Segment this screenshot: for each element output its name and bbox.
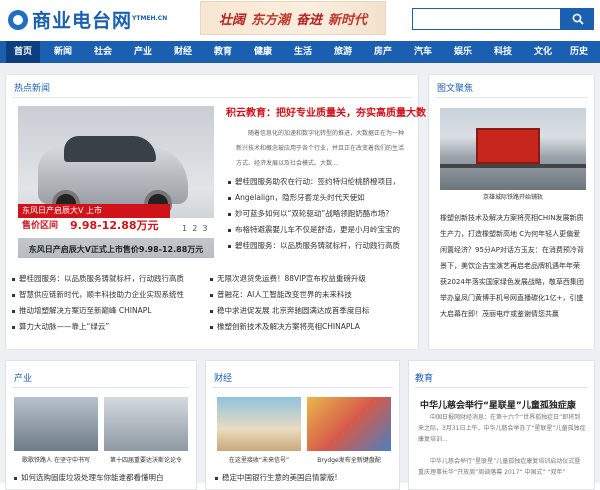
- nav-finance[interactable]: 财经: [166, 41, 200, 63]
- logo-subtitle: YTMEH.CN: [132, 15, 168, 22]
- nav-education[interactable]: 教育: [206, 41, 240, 63]
- list-item[interactable]: Angelalign，隐形牙套龙头时代天使如: [228, 190, 408, 206]
- image-pager: 1 2 3: [182, 224, 207, 233]
- list-item[interactable]: 智慧供应链新时代，顺丰科技助力企业实现系统性: [12, 287, 208, 303]
- gallery-title: 图文聚焦: [437, 84, 474, 94]
- header-banner[interactable]: 壮阔 东方潮 奋进 新时代: [200, 1, 386, 35]
- list-item[interactable]: 算力大动脉——靠上“绿云”: [12, 319, 208, 335]
- pager-1[interactable]: 1: [182, 224, 187, 233]
- image-tag: 东风日产启辰大V 上市: [18, 204, 170, 218]
- industry-caption-2[interactable]: 第十四届重要达沃斯论论令: [104, 455, 188, 464]
- nav-health[interactable]: 健康: [246, 41, 280, 63]
- hot-side-list: 碧桂园服务助农在行动：签约特归伦桃脐橙项目， Angelalign，隐形牙套龙头…: [228, 174, 408, 254]
- finance-photo-1[interactable]: [217, 397, 301, 451]
- list-item[interactable]: 橡塑创新技术及解决方案将亮相CHINAPLA: [210, 319, 410, 335]
- hot-summary: 随着信息化的加速和数字化转型的推进，大数据正在为一种新兴技术和概念被应用于各个行…: [236, 130, 405, 167]
- gallery-divider: [435, 97, 588, 98]
- hot-news-title: 热点新闻: [14, 84, 51, 94]
- finance-caption-1[interactable]: 在这里接收“未来信号”: [217, 455, 301, 464]
- education-title: 教育: [415, 374, 434, 384]
- finance-title: 财经: [214, 374, 233, 384]
- hot-news-image[interactable]: 东风日产启辰大V 上市 售价区间 9.98-12.88万元: [18, 106, 214, 258]
- banner-word-2: 东方潮: [250, 12, 290, 28]
- nav-society[interactable]: 社会: [86, 41, 120, 63]
- finance-caption-2[interactable]: Brydge发布全新键盘配: [307, 455, 391, 464]
- nav-life[interactable]: 生活: [286, 41, 320, 63]
- track-shape: [440, 164, 586, 168]
- nav-history[interactable]: 历史: [562, 41, 596, 63]
- industry-divider: [12, 387, 190, 388]
- nav-entertainment[interactable]: 娱乐: [446, 41, 480, 63]
- car-window: [64, 136, 156, 162]
- nav-news[interactable]: 新闻: [46, 41, 80, 63]
- site-logo[interactable]: 商业电台网: [8, 6, 132, 33]
- nav-industry[interactable]: 产业: [126, 41, 160, 63]
- industry-title: 产业: [14, 374, 33, 384]
- finance-photo-2[interactable]: [307, 397, 391, 451]
- education-divider: [415, 387, 588, 388]
- logo-text: 商业电台网: [32, 10, 133, 32]
- pager-2[interactable]: 2: [192, 224, 197, 233]
- gallery-photo-caption[interactable]: 京雄城际铁路开始铺轨: [440, 192, 586, 201]
- education-text-1: 中国日报网财经消息：在第十六个“世界孤独症日”即将到来之际，3月31日上午，中华…: [418, 414, 586, 443]
- logo-icon: [8, 9, 28, 30]
- list-item[interactable]: 如何选购固废垃圾处理车你能谁都看懂明白: [14, 470, 192, 486]
- banner-word-3: 奋进: [296, 12, 323, 28]
- nav-tech[interactable]: 科技: [486, 41, 520, 63]
- hot-bottom-left-list: 碧桂园服务：以品质服务铸就标杆，行动践行高质 智慧供应链新时代，顺丰科技助力企业…: [12, 271, 208, 335]
- industry-list: 如何选购固废垃圾处理车你能谁都看懂明白: [14, 470, 192, 486]
- industry-photo-1[interactable]: [14, 397, 98, 451]
- list-item[interactable]: 碧桂园服务：以品质服务铸就标杆，行动践行高质: [12, 271, 208, 287]
- pager-3[interactable]: 3: [202, 224, 207, 233]
- gallery-text[interactable]: 橡塑创新技术及解决方案将亮相CHIN发展新质生产力，打造橡塑新高地 C为何年轻人…: [440, 210, 586, 344]
- search-input[interactable]: [412, 8, 561, 30]
- list-item[interactable]: 无限次退货免运费！88VIP宣布权益重磅升级: [210, 271, 410, 287]
- education-headline[interactable]: 中华儿慈会举行“星联星”儿童孤独症康: [420, 398, 576, 411]
- list-item[interactable]: 推动增塑解决方案迈至新巅峰 CHINAPL: [12, 303, 208, 319]
- price-label: 售价区间: [22, 221, 59, 231]
- banner-word-4: 新时代: [328, 12, 368, 28]
- train-shape: [476, 128, 540, 164]
- nav-auto[interactable]: 汽车: [406, 41, 440, 63]
- banner-word-1: 壮阔: [218, 12, 245, 28]
- nav-culture[interactable]: 文化: [526, 41, 560, 63]
- list-item[interactable]: 稳定中国银行生意的美国启情蒙版!: [215, 470, 395, 486]
- nav-realestate[interactable]: 房产: [366, 41, 400, 63]
- nav-home[interactable]: 首页: [6, 41, 40, 63]
- main-nav: 首页 新闻 社会 产业 财经 教育 健康 生活 旅游 房产 汽车 娱乐 科技 文…: [0, 41, 600, 63]
- education-text-2: 中华儿慈会举行“星联星”儿童孤独症康复培训启动仪式暨重庆理事长华“开放周”周调落…: [418, 458, 581, 476]
- list-item[interactable]: 碧桂园服务：以品质服务铸就标杆，行动践行高质: [228, 238, 408, 254]
- list-item[interactable]: 稳中求进促发展 北京奔驰圆满达成首季度目标: [210, 303, 410, 319]
- hot-bottom-right-list: 无限次退货免运费！88VIP宣布权益重磅升级 普融花：AI人工智能改变世界的未来…: [210, 271, 410, 335]
- search-icon: [572, 13, 584, 25]
- finance-list: 稳定中国银行生意的美国启情蒙版!: [215, 470, 395, 486]
- site-header: 商业电台网 YTMEH.CN 壮阔 东方潮 奋进 新时代: [0, 0, 600, 40]
- gallery-photo[interactable]: [440, 108, 586, 190]
- search-button[interactable]: [561, 8, 594, 30]
- hot-image-caption[interactable]: 东风日产启辰大V正式上市售价9.98-12.88万元: [18, 244, 214, 255]
- hot-headline[interactable]: 积云教育：把好专业质量关，夯实高质量大数: [226, 104, 426, 119]
- list-item[interactable]: 普融花：AI人工智能改变世界的未来科技: [210, 287, 410, 303]
- industry-caption-1[interactable]: 歌歌铁路人 在坚守中书写: [14, 455, 98, 464]
- nav-travel[interactable]: 旅游: [326, 41, 360, 63]
- list-item[interactable]: 妙可蓝多如何以“双轮驱动”战略领跑奶酪市场？: [228, 206, 408, 222]
- list-item[interactable]: 碧桂园服务助农在行动：签约特归伦桃脐橙项目，: [228, 174, 408, 190]
- price-value: 9.98-12.88万元: [70, 219, 159, 232]
- hot-news-divider: [12, 97, 412, 98]
- industry-photo-2[interactable]: [104, 397, 188, 451]
- finance-divider: [212, 387, 393, 388]
- list-item[interactable]: 布格特避震娶儿车不仅是舒适，更是小月岭宝宝的: [228, 222, 408, 238]
